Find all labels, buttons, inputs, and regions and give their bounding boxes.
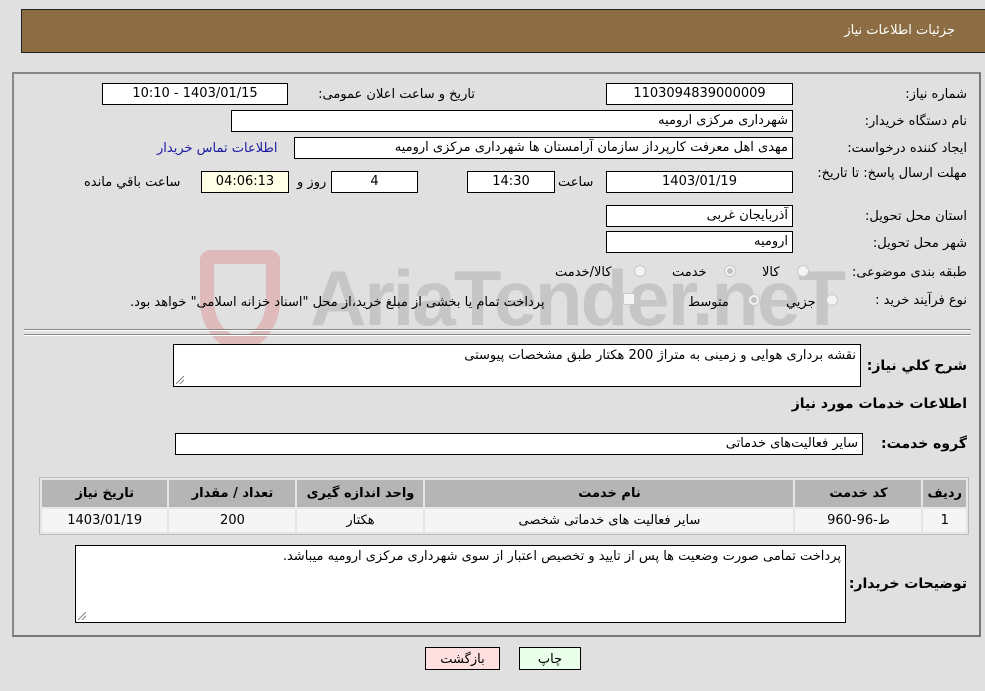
print-button[interactable]: چاپ [519,647,581,670]
purchase-radio-medium[interactable] [748,294,760,306]
description-text: نقشه برداری هوایی و زمینی به متراژ 200 ه… [464,348,856,363]
buyer-org-label: نام دستگاه خریدار: [864,114,967,129]
city-label: شهر محل تحویل: [872,236,967,251]
cell-quantity: 200 [169,509,296,532]
description-textarea[interactable]: نقشه برداری هوایی و زمینی به متراژ 200 ه… [173,344,861,387]
announce-datetime-label: تاریخ و ساعت اعلان عمومی: [318,87,475,102]
province-field: آذربایجان غربی [606,205,793,227]
col-header-need-date: تاریخ نیاز [42,480,168,507]
col-header-quantity: تعداد / مقدار [169,480,296,507]
divider [24,329,971,331]
col-header-service-code: کد خدمت [795,480,922,507]
deadline-label: مهلت ارسال پاسخ: تا تاریخ: [817,166,967,181]
purchase-type-label: نوع فرآیند خرید : [875,293,967,308]
buyer-notes-label: توضیحات خریدار: [848,576,967,592]
col-header-unit: واحد اندازه گیری [297,480,424,507]
treasury-note: پرداخت تمام یا بخشی از مبلغ خرید،از محل … [130,295,545,310]
table-row: 1 ط-96-960 سایر فعالیت های خدماتی شخصی ه… [42,509,966,532]
col-header-row-number: ردیف [923,480,966,507]
page-title: جزئیات اطلاعات نیاز [844,23,955,38]
creator-field: مهدی اهل معرفت کارپرداز سازمان آرامستان … [294,137,793,159]
category-radio-goods-service[interactable] [634,265,646,277]
cell-need-date: 1403/01/19 [42,509,168,532]
category-radio-goods[interactable] [797,265,809,277]
days-label: روز و [297,175,327,190]
city-field: ارومیه [606,231,793,253]
divider [24,334,971,336]
category-option-service: خدمت [672,265,707,280]
buyer-org-field: شهرداری مرکزی ارومیه [231,110,793,132]
need-number-label: شماره نیاز: [905,87,967,102]
remaining-days-field: 4 [331,171,418,193]
category-option-goods: کالا [762,265,780,280]
description-label: شرح کلي نیاز: [866,358,967,374]
table-header-row: ردیف کد خدمت نام خدمت واحد اندازه گیری ت… [42,480,966,507]
deadline-date-field: 1403/01/19 [606,171,793,193]
category-radio-service[interactable] [724,265,736,277]
remaining-time-field: 04:06:13 [201,171,289,193]
services-section-title: اطلاعات خدمات مورد نیاز [791,396,967,412]
category-label: طبقه بندی موضوعی: [851,265,967,280]
buyer-contact-link[interactable]: اطلاعات تماس خریدار [157,141,277,156]
cell-row-number: 1 [923,509,966,532]
creator-label: ایجاد کننده درخواست: [847,141,967,156]
category-option-goods-service: کالا/خدمت [555,265,612,280]
remaining-time-label: ساعت باقي مانده [84,175,181,190]
back-button[interactable]: بازگشت [425,647,500,670]
treasury-checkbox[interactable] [623,293,635,305]
page-header: جزئیات اطلاعات نیاز [21,9,985,53]
col-header-service-name: نام خدمت [425,480,794,507]
cell-unit: هکتار [297,509,424,532]
purchase-option-minor: جزيي [786,295,816,310]
service-group-label: گروه خدمت: [881,436,967,452]
deadline-time-label: ساعت [558,175,594,190]
deadline-time-field: 14:30 [467,171,555,193]
cell-service-name: سایر فعالیت های خدماتی شخصی [425,509,794,532]
services-table: ردیف کد خدمت نام خدمت واحد اندازه گیری ت… [39,477,969,535]
province-label: استان محل تحویل: [865,209,967,224]
buyer-notes-textarea[interactable]: پرداخت تمامی صورت وضعیت ها پس از تایید و… [75,545,846,623]
purchase-radio-minor[interactable] [826,294,838,306]
purchase-option-medium: متوسط [688,295,729,310]
need-number-field: 1103094839000009 [606,83,793,105]
cell-service-code: ط-96-960 [795,509,922,532]
service-group-field: سایر فعالیت‌های خدماتی [175,433,863,455]
resize-grip-icon[interactable] [176,376,184,384]
resize-grip-icon[interactable] [78,612,86,620]
announce-datetime-field: 1403/01/15 - 10:10 [102,83,288,105]
buyer-notes-text: پرداخت تمامی صورت وضعیت ها پس از تایید و… [282,549,841,564]
